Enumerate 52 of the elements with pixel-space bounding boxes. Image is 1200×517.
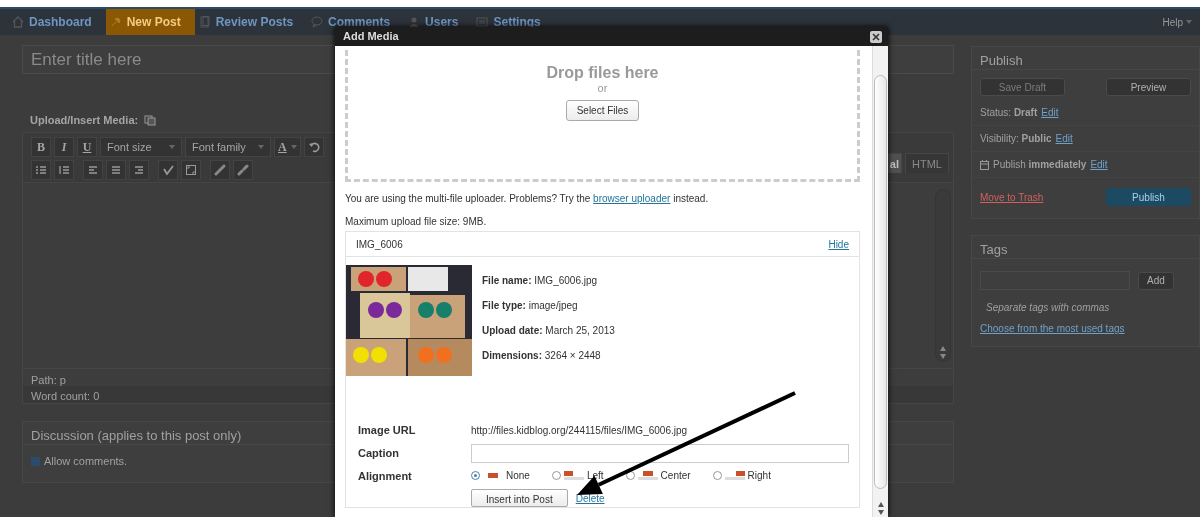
hide-link[interactable]: Hide [828,236,849,252]
edit-link[interactable]: Edit [1041,105,1059,120]
file-title: IMG_6006 [356,237,403,252]
format-button[interactable]: B [31,137,51,157]
checkbox-label: Allow comments. [44,454,128,469]
format-button[interactable]: I [54,137,74,157]
uploader-note: You are using the multi-file uploader. Problems? Try the browser uploader instead. [345,192,710,206]
radio-label: Center [660,469,691,484]
nav-tab[interactable]: New Post [105,9,195,35]
drop-text: Drop files here [546,64,659,82]
file-detail: Dimensions: 3264 × 2448 [482,349,602,363]
publish-setting: Publish immediately [993,158,1087,172]
editor-tab[interactable]: HTML [905,153,949,173]
file-detail: Upload date: March 25, 2013 [482,324,615,338]
drop-zone[interactable]: Drop files here or Select Files [345,50,860,182]
radio-label: Left [586,469,604,484]
font-size-select[interactable]: Font size [100,137,182,157]
delete-link[interactable]: Delete [575,490,605,506]
field-label: Alignment [358,468,413,484]
media-label: Upload/Insert Media: [30,112,139,128]
nav-tab[interactable]: Dashboard [8,9,106,35]
publish-setting: Status: Draft [980,106,1038,120]
uploader-link[interactable]: browser uploader [593,193,671,204]
file-detail: File name: IMG_6006.jpg [482,274,599,288]
format-button[interactable]: U [77,137,97,157]
field-label: Caption [358,445,400,461]
add-button[interactable]: Add [1138,271,1174,290]
publish-setting: Visibility: Public [980,132,1052,146]
tags-link[interactable]: Choose from the most used tags [980,323,1125,334]
publish-button[interactable]: Publish [1106,188,1191,206]
insert-button[interactable]: Insert into Post [471,489,568,507]
nav-tab[interactable]: Settings [472,9,555,35]
file-detail: File type: image/jpeg [482,299,579,313]
radio-label: Right [747,469,771,484]
font-family-select[interactable]: Font family [185,137,271,157]
radio-label: None [506,469,530,484]
field-label: Image URL [358,423,417,438]
dialog-title: Add Media [343,29,399,45]
trash-link[interactable]: Move to Trash [980,189,1044,205]
image-url: http://files.kidblog.org/244115/files/IMG_6006.jpg [471,423,689,438]
hint-text: Separate tags with commas [985,301,1111,315]
preview-button[interactable]: Preview [1106,78,1191,96]
select-files-button[interactable]: Select Files [565,99,640,121]
max-size-text: Maximum upload file size: 9MB. [345,215,488,229]
text-color-button[interactable]: A [274,137,301,157]
panel-title: Tags [972,236,1199,259]
or-text: or [597,81,608,94]
edit-link[interactable]: Edit [1090,157,1108,172]
panel-title: Publish [972,47,1199,70]
nav-tab[interactable]: Review Posts [194,9,308,35]
edit-link[interactable]: Edit [1055,131,1073,146]
help-menu[interactable]: Help [1162,9,1200,35]
